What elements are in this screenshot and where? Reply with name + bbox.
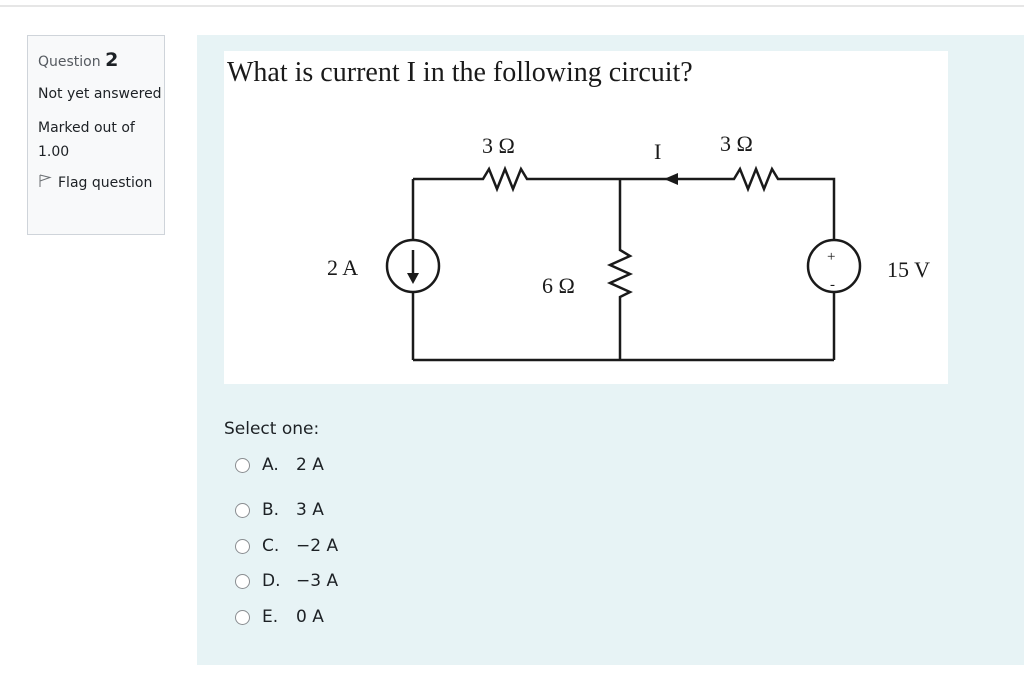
flag-question-label: Flag question	[58, 175, 153, 191]
flag-question-link[interactable]: Flag question	[38, 174, 164, 192]
radio-button[interactable]	[235, 457, 250, 473]
label-current-i: I	[654, 139, 661, 164]
question-image: What is current I in the following circu…	[224, 51, 948, 384]
option-letter: B.	[262, 500, 280, 520]
header-divider	[0, 5, 1024, 7]
current-source-arrowhead	[407, 273, 419, 284]
label-voltage-source: 15 V	[887, 257, 930, 282]
question-content: What is current I in the following circu…	[197, 35, 1024, 665]
label-top-left-resistor: 3 Ω	[482, 133, 515, 158]
option-text: 2 A	[296, 455, 324, 475]
question-number-value: 2	[105, 49, 119, 71]
option-text: −2 A	[296, 536, 339, 556]
radio-button[interactable]	[235, 573, 250, 589]
wire-top-left	[413, 165, 620, 193]
wire-middle	[606, 179, 634, 360]
label-minus: -	[830, 277, 835, 293]
option-letter: C.	[262, 536, 280, 556]
option-text: −3 A	[296, 571, 339, 591]
option-letter: D.	[262, 571, 281, 591]
option-letter: A.	[262, 455, 279, 475]
radio-button[interactable]	[235, 502, 250, 518]
option-b[interactable]: B. 3 A	[235, 500, 324, 520]
option-d[interactable]: D. −3 A	[235, 571, 338, 591]
question-label: Question	[38, 54, 101, 70]
option-text: 0 A	[296, 607, 324, 627]
question-info-panel: Question 2 Not yet answered Marked out o…	[27, 35, 165, 235]
question-grade: Marked out of 1.00	[38, 120, 135, 160]
option-text: 3 A	[296, 500, 324, 520]
select-one-prompt: Select one:	[224, 419, 320, 439]
question-number: Question 2	[38, 50, 164, 72]
radio-button[interactable]	[235, 538, 250, 554]
option-letter: E.	[262, 607, 279, 627]
label-middle-resistor: 6 Ω	[542, 273, 575, 298]
radio-button[interactable]	[235, 609, 250, 625]
wire-top-right	[620, 165, 836, 240]
option-c[interactable]: C. −2 A	[235, 536, 338, 556]
question-state: Not yet answered	[38, 86, 162, 102]
option-a[interactable]: A. 2 A	[235, 455, 324, 475]
option-e[interactable]: E. 0 A	[235, 607, 324, 627]
current-direction-arrow	[664, 173, 678, 185]
flag-icon	[38, 174, 52, 192]
label-top-right-resistor: 3 Ω	[720, 131, 753, 156]
label-plus: +	[827, 249, 835, 265]
label-current-source: 2 A	[327, 255, 358, 280]
circuit-diagram: 3 Ω 3 Ω 6 Ω 2 A 15 V I + -	[327, 131, 930, 362]
